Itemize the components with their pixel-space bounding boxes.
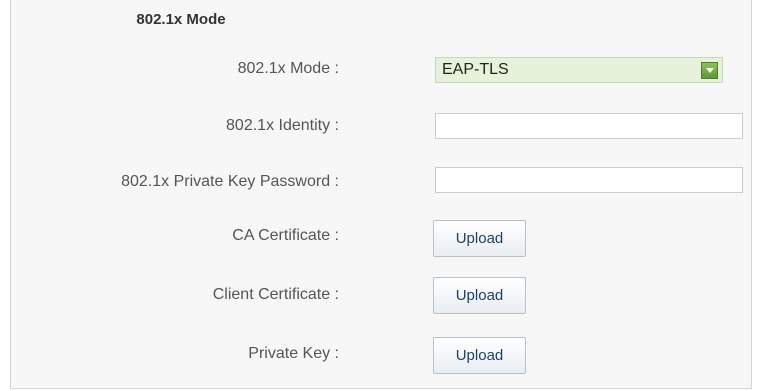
client-certificate-label: Client Certificate : bbox=[212, 286, 339, 303]
section-title: 802.1x Mode bbox=[136, 11, 226, 28]
client-certificate-upload-button[interactable]: Upload bbox=[433, 277, 526, 314]
ca-certificate-upload-button[interactable]: Upload bbox=[433, 220, 526, 257]
chevron-down-icon[interactable] bbox=[701, 61, 718, 79]
mode-label: 802.1x Mode : bbox=[237, 60, 339, 77]
private-key-password-label: 802.1x Private Key Password : bbox=[121, 173, 339, 190]
settings-panel: 802.1x Mode 802.1x Mode : EAP-TLS 802.1x… bbox=[10, 0, 752, 389]
mode-select-value: EAP-TLS bbox=[442, 61, 509, 78]
private-key-password-field[interactable] bbox=[435, 167, 743, 193]
ca-certificate-label: CA Certificate : bbox=[232, 227, 339, 244]
private-key-upload-button[interactable]: Upload bbox=[433, 337, 526, 374]
identity-field[interactable] bbox=[435, 113, 743, 139]
private-key-label: Private Key : bbox=[248, 345, 339, 362]
mode-select[interactable]: EAP-TLS bbox=[435, 57, 723, 83]
identity-label: 802.1x Identity : bbox=[226, 117, 339, 134]
